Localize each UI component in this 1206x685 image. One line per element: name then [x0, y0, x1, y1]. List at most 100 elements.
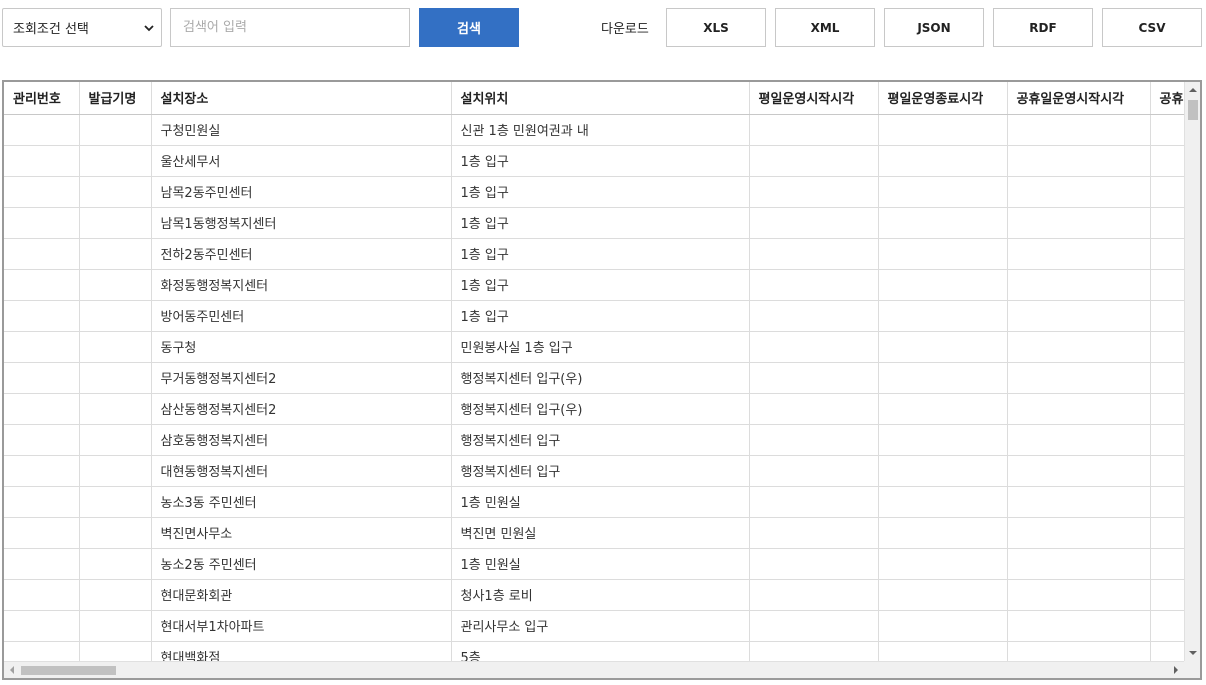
scroll-right-arrow-icon[interactable]: [1168, 662, 1184, 678]
table-cell: [878, 486, 1008, 518]
table-cell: 1층 입구: [451, 300, 750, 332]
table-row[interactable]: 농소2동 주민센터 1층 민원실: [4, 548, 1184, 580]
vertical-scroll-thumb[interactable]: [1188, 100, 1198, 120]
table-cell: [4, 145, 80, 177]
column-header[interactable]: 평일운영시작시각: [749, 82, 879, 115]
table-row[interactable]: 현대문화회관 청사1층 로비: [4, 579, 1184, 611]
table-row[interactable]: 남목2동주민센터 1층 입구: [4, 176, 1184, 208]
table-row[interactable]: 현대백화점 5층: [4, 641, 1184, 661]
table-cell: [749, 331, 879, 363]
table-row[interactable]: 무거동행정복지센터2 행정복지센터 입구(우): [4, 362, 1184, 394]
table-cell: [749, 362, 879, 394]
table-row[interactable]: 삼호동행정복지센터 행정복지센터 입구: [4, 424, 1184, 456]
table-row[interactable]: 동구청 민원봉사실 1층 입구: [4, 331, 1184, 363]
table-cell: 농소2동 주민센터: [151, 548, 452, 580]
column-header[interactable]: 발급기명: [79, 82, 152, 115]
table-cell: [749, 517, 879, 549]
table-row[interactable]: 울산세무서 1층 입구: [4, 145, 1184, 177]
data-table: 관리번호 발급기명 설치장소 설치위치 평일운영시작시각 평일운영종료시각 공휴일운영시작시…: [4, 82, 1184, 661]
table-cell: [1007, 548, 1151, 580]
table-cell: [878, 114, 1008, 146]
toolbar: 조회조건 선택 검색 다운로드 XLS XML JSON RDF CSV: [0, 0, 1206, 56]
table-cell: [878, 424, 1008, 456]
horizontal-scroll-thumb[interactable]: [21, 666, 116, 675]
table-cell: [1150, 176, 1184, 208]
table-cell: [79, 269, 152, 301]
column-header[interactable]: 관리번호: [4, 82, 80, 115]
table-cell: [79, 641, 152, 661]
table-row[interactable]: 삼산동행정복지센터2 행정복지센터 입구(우): [4, 393, 1184, 425]
grid-viewport[interactable]: 관리번호 발급기명 설치장소 설치위치 평일운영시작시각 평일운영종료시각 공휴일운영시작시…: [4, 82, 1184, 661]
table-cell: [79, 517, 152, 549]
table-cell: [1150, 517, 1184, 549]
download-rdf-button[interactable]: RDF: [993, 8, 1093, 47]
column-header[interactable]: 공휴일운영시작시각: [1007, 82, 1151, 115]
data-grid: 관리번호 발급기명 설치장소 설치위치 평일운영시작시각 평일운영종료시각 공휴일운영시작시…: [2, 80, 1202, 680]
table-cell: [749, 238, 879, 270]
table-cell: [1150, 579, 1184, 611]
table-cell: [1150, 145, 1184, 177]
table-cell: [1150, 393, 1184, 425]
table-cell: [878, 579, 1008, 611]
download-xml-button[interactable]: XML: [775, 8, 875, 47]
table-cell: [1007, 486, 1151, 518]
table-cell: 관리사무소 입구: [451, 610, 750, 642]
horizontal-scrollbar[interactable]: [4, 661, 1184, 678]
table-body: 구청민원실 신관 1층 민원여권과 내 울산세무서 1층 입구 남목2동주민센터 1층 입…: [4, 114, 1184, 661]
table-cell: [4, 176, 80, 208]
search-condition-select[interactable]: 조회조건 선택: [2, 8, 162, 47]
table-cell: [79, 114, 152, 146]
table-cell: [749, 114, 879, 146]
search-button[interactable]: 검색: [419, 8, 519, 47]
table-cell: [878, 517, 1008, 549]
scroll-down-arrow-icon[interactable]: [1185, 645, 1200, 661]
table-row[interactable]: 방어동주민센터 1층 입구: [4, 300, 1184, 332]
table-row[interactable]: 현대서부1차아파트 관리사무소 입구: [4, 610, 1184, 642]
table-cell: [4, 300, 80, 332]
vertical-scrollbar[interactable]: [1184, 82, 1200, 661]
scroll-up-arrow-icon[interactable]: [1185, 82, 1200, 98]
table-cell: [79, 486, 152, 518]
table-cell: [1007, 300, 1151, 332]
table-row[interactable]: 전하2동주민센터 1층 입구: [4, 238, 1184, 270]
table-cell: 민원봉사실 1층 입구: [451, 331, 750, 363]
column-header[interactable]: 설치위치: [451, 82, 750, 115]
table-row[interactable]: 남목1동행정복지센터 1층 입구: [4, 207, 1184, 239]
download-label: 다운로드: [601, 22, 649, 37]
download-xls-button[interactable]: XLS: [666, 8, 766, 47]
table-cell: [4, 207, 80, 239]
table-cell: [79, 331, 152, 363]
table-cell: 남목2동주민센터: [151, 176, 452, 208]
column-header[interactable]: 공휴: [1150, 82, 1184, 115]
table-cell: 행정복지센터 입구(우): [451, 362, 750, 394]
table-cell: [749, 610, 879, 642]
table-row[interactable]: 구청민원실 신관 1층 민원여권과 내: [4, 114, 1184, 146]
table-cell: 청사1층 로비: [451, 579, 750, 611]
table-cell: [79, 579, 152, 611]
table-cell: [1150, 486, 1184, 518]
table-row[interactable]: 농소3동 주민센터 1층 민원실: [4, 486, 1184, 518]
table-cell: [1150, 300, 1184, 332]
download-csv-button[interactable]: CSV: [1102, 8, 1202, 47]
table-cell: 신관 1층 민원여권과 내: [451, 114, 750, 146]
search-input[interactable]: [170, 8, 410, 47]
table-cell: 1층 입구: [451, 207, 750, 239]
table-cell: [1150, 238, 1184, 270]
table-cell: [4, 517, 80, 549]
table-cell: [749, 455, 879, 487]
table-cell: [749, 145, 879, 177]
table-cell: [1150, 548, 1184, 580]
download-json-button[interactable]: JSON: [884, 8, 984, 47]
table-cell: [1150, 641, 1184, 661]
table-cell: [4, 238, 80, 270]
table-row[interactable]: 화정동행정복지센터 1층 입구: [4, 269, 1184, 301]
column-header[interactable]: 설치장소: [151, 82, 452, 115]
table-cell: [4, 610, 80, 642]
table-row[interactable]: 벽진면사무소 벽진면 민원실: [4, 517, 1184, 549]
scroll-left-arrow-icon[interactable]: [4, 662, 20, 678]
column-header[interactable]: 평일운영종료시각: [878, 82, 1008, 115]
table-cell: [79, 424, 152, 456]
table-cell: [1150, 362, 1184, 394]
table-row[interactable]: 대현동행정복지센터 행정복지센터 입구: [4, 455, 1184, 487]
table-cell: 1층 입구: [451, 145, 750, 177]
